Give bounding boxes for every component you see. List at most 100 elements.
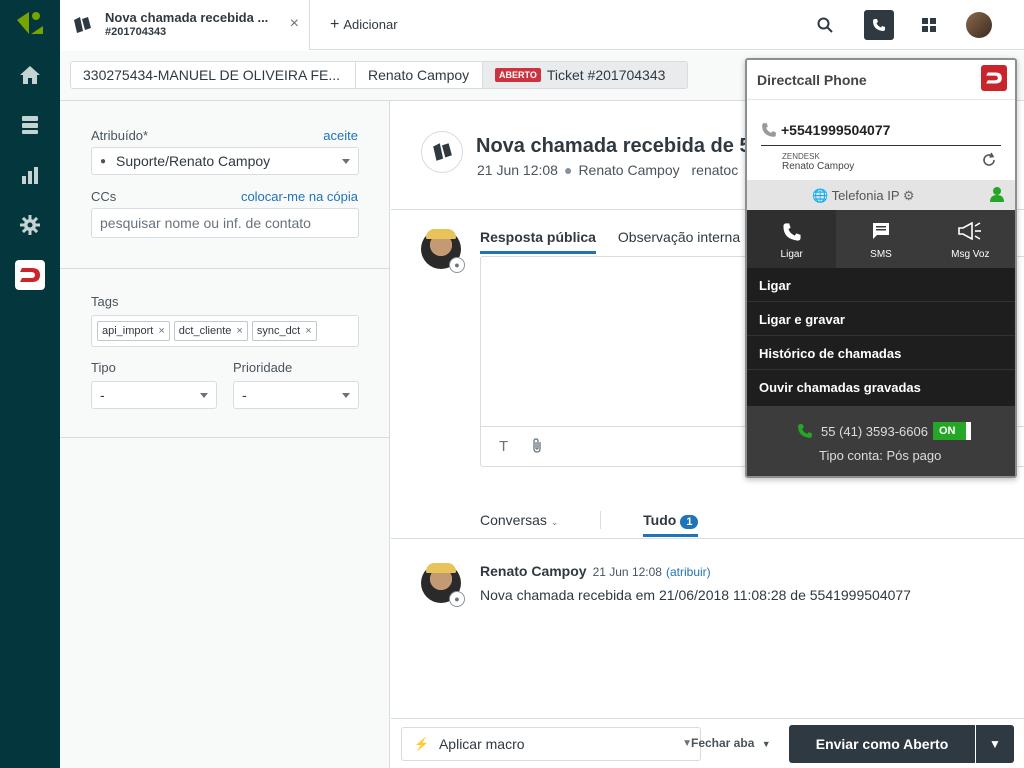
reporting-icon[interactable] — [0, 155, 60, 195]
tag-chip[interactable]: sync_dct × — [251, 321, 317, 341]
sms-icon — [836, 222, 925, 244]
phone-icon — [747, 222, 836, 244]
globe-icon: 🌐 — [812, 188, 829, 203]
breadcrumb-ticket[interactable]: ABERTO Ticket #201704343 — [482, 61, 688, 89]
sms-action[interactable]: SMS — [836, 210, 926, 268]
directcall-phone-popup: Directcall Phone +5541999504077 ZENDESK … — [745, 58, 1017, 478]
tags-input[interactable]: api_import × dct_cliente × sync_dct × — [91, 315, 359, 347]
conversation-event: Renato Campoy 21 Jun 12:08 (atribuir) Nova… — [480, 563, 911, 603]
chevron-down-icon: ▼ — [989, 737, 1001, 751]
telephony-status: 🌐 Telefonia IP ⚙ — [812, 188, 915, 204]
ccs-input[interactable]: pesquisar nome ou inf. de contato — [91, 208, 359, 238]
tags-label: Tags — [91, 294, 119, 309]
tab-internal-note[interactable]: Observação interna — [618, 229, 740, 251]
phone-number-input[interactable]: +5541999504077 — [781, 122, 890, 138]
search-icon[interactable] — [810, 10, 840, 40]
ticket-footer: ⚡ Aplicar macro ▼ Fechar aba ▼ Enviar co… — [391, 718, 1024, 768]
tag-chip[interactable]: dct_cliente × — [173, 321, 248, 341]
take-it-link[interactable]: aceite — [323, 128, 358, 143]
chevron-down-icon — [342, 159, 350, 164]
call-action-label: Ligar — [780, 249, 803, 260]
tag-chip[interactable]: api_import × — [97, 321, 170, 341]
directcall-title: Directcall Phone — [757, 72, 867, 88]
breadcrumb-organization[interactable]: 330275434-MANUEL DE OLIVEIRA FE... — [70, 61, 356, 89]
event-author[interactable]: Renato Campoy — [480, 563, 587, 579]
megaphone-icon — [926, 222, 1015, 244]
assign-link[interactable]: (atribuir) — [666, 565, 711, 579]
zendesk-logo[interactable] — [17, 12, 43, 36]
call-menu: Ligar Ligar e gravar Histórico de chamad… — [747, 268, 1015, 404]
separator-dot: ● — [563, 162, 573, 178]
divider — [60, 437, 390, 438]
action-tabs: Ligar SMS Msg Voz — [747, 210, 1015, 268]
event-time: 21 Jun 12:08 — [592, 565, 662, 579]
refresh-icon[interactable] — [981, 152, 997, 171]
admin-gear-icon[interactable] — [0, 205, 60, 245]
ticket-meta: 21 Jun 12:08 ● Renato Campoy renatoc — [477, 162, 738, 178]
attachment-icon[interactable] — [531, 438, 543, 457]
priority-select[interactable]: - — [233, 381, 359, 409]
ticket-via: renatoc — [691, 162, 739, 178]
chevron-down-icon: ⌄ — [550, 517, 559, 527]
plus-icon: + — [330, 16, 340, 33]
telephony-bar: 🌐 Telefonia IP ⚙ — [747, 180, 1015, 210]
phone-icon — [873, 19, 885, 31]
person-icon: ● — [100, 155, 107, 167]
lightning-icon: ⚡ — [414, 737, 429, 751]
conversation-filters: Conversas ⌄ Tudo 1 — [480, 511, 699, 537]
menu-item-recordings[interactable]: Ouvir chamadas gravadas — [747, 370, 1015, 404]
home-icon[interactable] — [0, 55, 60, 95]
phone-icon — [761, 122, 777, 141]
directcall-app-icon[interactable] — [15, 260, 45, 290]
add-button[interactable]: + Adicionar — [330, 16, 398, 34]
assignee-value: Suporte/Renato Campoy — [116, 153, 271, 169]
voice-message-action[interactable]: Msg Voz — [925, 210, 1015, 268]
close-tab-icon[interactable]: × — [290, 15, 299, 33]
author-avatar: ● — [421, 563, 465, 607]
breadcrumb-requester[interactable]: Renato Campoy — [355, 61, 483, 89]
remove-tag-icon[interactable]: × — [236, 325, 242, 337]
submit-options-button[interactable]: ▼ — [976, 725, 1014, 763]
line-status-footer: 55 (41) 3593-6606 ON Tipo conta: Pós pag… — [747, 406, 1015, 476]
filter-all-label: Tudo — [643, 512, 677, 528]
account-type: Tipo conta: Pós pago — [819, 448, 942, 463]
voice-message-label: Msg Voz — [951, 249, 990, 260]
remove-tag-icon[interactable]: × — [305, 325, 311, 337]
divider — [60, 268, 390, 269]
ticket-requester[interactable]: Renato Campoy — [578, 162, 679, 178]
assignee-select[interactable]: ● Suporte/Renato Campoy — [91, 147, 359, 175]
macro-label: Aplicar macro — [438, 736, 525, 752]
line-toggle[interactable]: ON — [933, 422, 971, 440]
apps-grid-icon[interactable] — [914, 10, 944, 40]
tab-public-reply[interactable]: Resposta pública — [480, 229, 596, 254]
breadcrumb-ticket-label: Ticket #201704343 — [546, 67, 666, 83]
directcall-actions-panel: Ligar SMS Msg Voz Ligar Ligar e gravar H… — [747, 210, 1015, 476]
tab-ticket-number: #201704343 — [105, 26, 167, 38]
apply-macro-button[interactable]: ⚡ Aplicar macro ▼ — [401, 727, 701, 761]
type-select[interactable]: - — [91, 381, 217, 409]
ticket-tab[interactable]: Nova chamada recebida ... #201704343 × — [60, 0, 310, 50]
settings-gear-icon[interactable]: ⚙ — [903, 188, 915, 203]
menu-item-call-history[interactable]: Histórico de chamadas — [747, 336, 1015, 370]
priority-value: - — [242, 387, 247, 403]
filter-all[interactable]: Tudo 1 — [643, 512, 699, 537]
submit-button[interactable]: Enviar como Aberto — [789, 725, 975, 763]
views-icon[interactable] — [0, 105, 60, 145]
menu-item-call[interactable]: Ligar — [747, 268, 1015, 302]
tag-label: dct_cliente — [178, 325, 232, 337]
add-label: Adicionar — [343, 17, 398, 32]
close-tab-select[interactable]: Fechar aba ▼ — [691, 736, 771, 750]
agent-badge-icon: ● — [449, 591, 465, 607]
phone-button[interactable] — [864, 10, 894, 40]
menu-item-call-record[interactable]: Ligar e gravar — [747, 302, 1015, 336]
user-avatar[interactable] — [966, 12, 992, 38]
source-app: ZENDESK — [782, 152, 820, 161]
ccs-label: CCs — [91, 189, 117, 204]
remove-tag-icon[interactable]: × — [158, 325, 164, 337]
text-format-icon[interactable]: T — [499, 438, 508, 455]
cc-me-link[interactable]: colocar-me na cópia — [241, 189, 358, 204]
user-status-icon[interactable] — [989, 186, 1005, 205]
conversations-filter[interactable]: Conversas ⌄ — [480, 512, 558, 528]
call-action[interactable]: Ligar — [747, 210, 837, 268]
agent-badge-icon: ● — [449, 257, 465, 273]
